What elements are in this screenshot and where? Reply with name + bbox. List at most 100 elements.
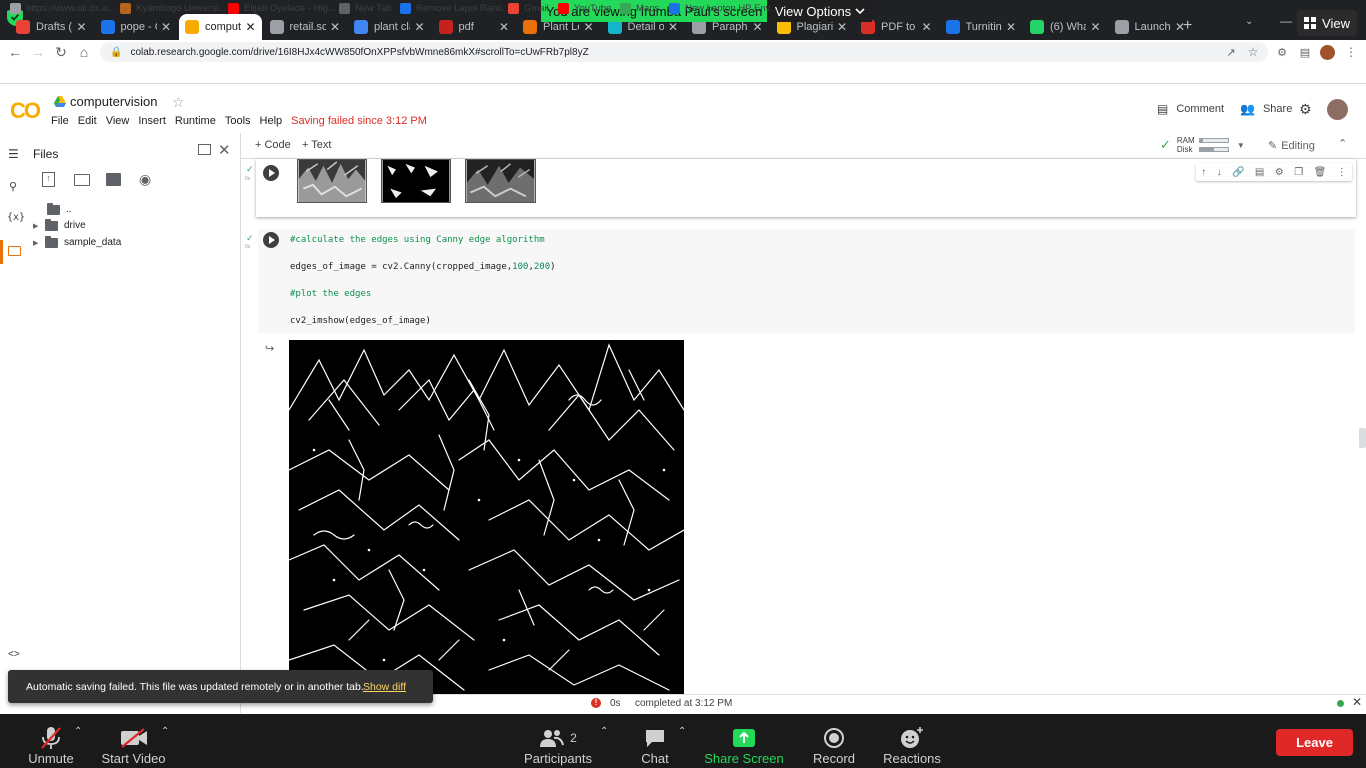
new-tab-button[interactable]: +: [1183, 17, 1192, 35]
bookmark-item[interactable]: Kyambogo Universi...: [120, 3, 226, 14]
audio-options-caret-icon[interactable]: ⌃: [74, 726, 82, 737]
editing-mode-button[interactable]: ✎ Editing: [1268, 139, 1315, 153]
expand-caret-icon[interactable]: ▶: [33, 222, 45, 230]
close-tab-icon[interactable]: ✕: [1090, 20, 1100, 34]
reactions-button[interactable]: Reactions: [881, 718, 943, 766]
menu-tools[interactable]: Tools: [225, 115, 251, 127]
menu-runtime[interactable]: Runtime: [175, 115, 216, 127]
close-tab-icon[interactable]: ✕: [76, 20, 86, 34]
close-tab-icon[interactable]: ✕: [921, 20, 931, 34]
browser-tab[interactable]: pdf ✕: [433, 14, 516, 40]
bookmark-item[interactable]: New Laptop HP Env...: [669, 3, 778, 14]
file-tree-row-parent[interactable]: ..: [47, 202, 72, 215]
delete-cell-icon[interactable]: 🗑: [1314, 167, 1327, 178]
user-avatar[interactable]: [1327, 99, 1348, 120]
bookmark-item[interactable]: YouTube: [558, 3, 611, 14]
file-tree-row-sample-data[interactable]: ▶ sample_data: [33, 235, 121, 248]
collapse-header-icon[interactable]: ⌃: [1338, 137, 1347, 150]
share-button[interactable]: 👥 Share: [1240, 102, 1292, 116]
run-cell-button[interactable]: [263, 165, 279, 181]
chat-button[interactable]: Chat: [636, 718, 674, 766]
menu-file[interactable]: File: [51, 115, 69, 127]
colab-logo[interactable]: CO: [10, 98, 41, 124]
save-status[interactable]: Saving failed since 3:12 PM: [291, 115, 427, 127]
side-panel-icon[interactable]: ▤: [1296, 43, 1314, 61]
menu-edit[interactable]: Edit: [78, 115, 97, 127]
search-icon[interactable]: ⚲: [9, 180, 17, 193]
chat-caret-icon[interactable]: ⌃: [678, 726, 686, 737]
participants-caret-icon[interactable]: ⌃: [600, 726, 608, 737]
variables-icon[interactable]: {x}: [7, 212, 25, 223]
view-options-button[interactable]: View Options: [768, 0, 872, 22]
bookmark-item[interactable]: Elijah Oyelade - Hig...: [228, 3, 336, 14]
share-page-icon[interactable]: ↗: [1222, 43, 1240, 61]
upload-file-icon[interactable]: ↑: [42, 172, 55, 187]
browser-tab[interactable]: Launch M✕: [1109, 14, 1192, 40]
close-tab-icon[interactable]: ✕: [499, 20, 509, 34]
hide-files-icon[interactable]: ◉: [139, 171, 151, 188]
leave-meeting-button[interactable]: Leave: [1276, 729, 1353, 756]
add-text-button[interactable]: + Text: [302, 139, 331, 151]
close-tab-icon[interactable]: ✕: [583, 20, 593, 34]
mirror-cell-icon[interactable]: ❐: [1294, 167, 1303, 178]
star-icon[interactable]: ☆: [172, 94, 185, 111]
extensions-icon[interactable]: ⚙: [1273, 43, 1291, 61]
start-video-button[interactable]: Start Video: [100, 718, 167, 766]
bookmark-item[interactable]: Gmail: [508, 3, 549, 14]
bookmark-star-icon[interactable]: ☆: [1244, 43, 1262, 61]
move-down-icon[interactable]: ↓: [1217, 167, 1222, 178]
menu-help[interactable]: Help: [260, 115, 283, 127]
open-in-tab-icon[interactable]: [198, 144, 211, 155]
output-actions-icon[interactable]: ↪: [265, 342, 274, 355]
show-diff-link[interactable]: Show diff: [363, 681, 406, 693]
settings-gear-icon[interactable]: ⚙: [1299, 101, 1312, 118]
back-arrow-icon[interactable]: ←: [6, 43, 24, 61]
reload-icon[interactable]: ↻: [52, 43, 70, 61]
close-tab-icon[interactable]: ✕: [245, 20, 255, 34]
unmount-drive-icon[interactable]: [106, 173, 121, 186]
forward-arrow-icon[interactable]: →: [29, 43, 47, 61]
share-screen-button[interactable]: Share Screen: [702, 718, 786, 766]
browser-tab[interactable]: pope - Go ✕: [95, 14, 178, 40]
files-folder-icon[interactable]: [8, 246, 21, 256]
bookmark-item[interactable]: New Tab: [339, 3, 392, 14]
bookmark-item[interactable]: Maps: [620, 3, 659, 14]
close-tab-icon[interactable]: ✕: [1006, 20, 1016, 34]
file-tree-row-drive[interactable]: ▶ drive: [33, 218, 86, 231]
close-tab-icon[interactable]: ✕: [330, 20, 340, 34]
run-cell-button[interactable]: [263, 232, 279, 248]
link-icon[interactable]: 🔗: [1232, 167, 1244, 178]
browser-tab[interactable]: Turnitin ✕: [940, 14, 1023, 40]
new-folder-icon[interactable]: [74, 174, 90, 186]
chevron-down-icon[interactable]: ▼: [1237, 141, 1245, 150]
bookmark-item[interactable]: https://www.oii.ox.a...: [10, 3, 115, 14]
close-tab-icon[interactable]: ✕: [837, 20, 847, 34]
minimize-window-icon[interactable]: —: [1280, 14, 1292, 28]
browser-tab[interactable]: computer✕: [179, 14, 262, 40]
browser-tab[interactable]: (6) Whats✕: [1024, 14, 1107, 40]
participants-button[interactable]: 2 Participants: [523, 718, 593, 766]
notebook-title[interactable]: computervision: [54, 94, 157, 109]
close-tab-icon[interactable]: ✕: [161, 20, 171, 34]
more-options-icon[interactable]: ⋮: [1337, 167, 1347, 178]
move-up-icon[interactable]: ↑: [1201, 167, 1206, 178]
table-of-contents-icon[interactable]: ☰: [8, 147, 19, 161]
tab-search-icon[interactable]: ⌄: [1245, 16, 1253, 27]
code-snippets-icon[interactable]: <>: [8, 649, 20, 660]
close-status-icon[interactable]: ✕: [1352, 695, 1362, 709]
comment-cell-icon[interactable]: ▤: [1255, 167, 1264, 178]
profile-avatar[interactable]: [1320, 45, 1335, 60]
video-options-caret-icon[interactable]: ⌃: [161, 726, 169, 737]
close-tab-icon[interactable]: ✕: [414, 20, 424, 34]
browser-menu-icon[interactable]: ⋮: [1342, 43, 1360, 61]
unmute-button[interactable]: Unmute: [26, 718, 76, 766]
menu-view[interactable]: View: [106, 115, 130, 127]
add-code-button[interactable]: + Code: [255, 139, 291, 151]
zoom-view-button[interactable]: View: [1297, 10, 1357, 36]
browser-tab[interactable]: plant clas ✕: [348, 14, 431, 40]
address-bar[interactable]: 🔒 colab.research.google.com/drive/16I8HJ…: [100, 42, 1268, 62]
menu-insert[interactable]: Insert: [138, 115, 166, 127]
close-tab-icon[interactable]: ✕: [752, 20, 762, 34]
home-icon[interactable]: ⌂: [75, 43, 93, 61]
comment-button[interactable]: ▤ Comment: [1157, 102, 1224, 116]
